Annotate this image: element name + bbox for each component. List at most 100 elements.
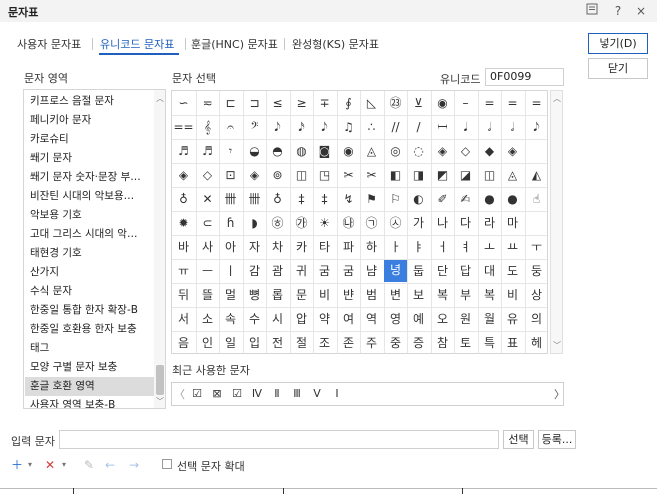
char-cell[interactable]: 헤 xyxy=(525,333,548,353)
char-cell[interactable]: ◫ xyxy=(290,165,313,185)
char-cell[interactable]: 카 xyxy=(290,237,313,257)
char-cell[interactable]: 예 xyxy=(407,309,430,329)
char-cell[interactable]: ◐ xyxy=(407,189,430,209)
char-cell[interactable]: ㅣ xyxy=(219,261,242,281)
char-cell[interactable]: 복 xyxy=(431,285,454,305)
char-cell[interactable]: ⊂ xyxy=(196,213,219,233)
char-cell[interactable]: 서 xyxy=(172,309,195,329)
char-cell[interactable]: ✐ xyxy=(431,189,454,209)
char-cell[interactable]: ㉯ xyxy=(337,213,360,233)
char-cell[interactable]: ◪ xyxy=(454,165,477,185)
char-cell[interactable]: ◆ xyxy=(478,141,501,161)
region-list-item[interactable]: 한중일 호환용 한자 보충 xyxy=(30,320,155,339)
char-cell[interactable]: ◉ xyxy=(337,141,360,161)
add-icon[interactable]: ＋ xyxy=(11,456,23,474)
char-cell[interactable]: 토 xyxy=(454,333,477,353)
chevron-right-icon[interactable]: 〉 xyxy=(554,386,565,402)
chevron-down-icon[interactable]: ▾ xyxy=(28,456,32,474)
help-icon[interactable]: ? xyxy=(609,2,627,20)
char-cell[interactable]: ◬ xyxy=(360,141,383,161)
char-cell[interactable]: = xyxy=(525,93,548,113)
char-cell[interactable]: 답 xyxy=(454,261,477,281)
char-cell[interactable]: 차 xyxy=(266,237,289,257)
char-cell[interactable]: ◙ xyxy=(313,141,336,161)
region-list-item[interactable]: 한중일 통합 한자 확장-B xyxy=(30,301,155,320)
char-cell[interactable]: == xyxy=(172,117,195,137)
char-cell[interactable]: 유 xyxy=(501,309,524,329)
char-cell[interactable]: ♁ xyxy=(172,189,195,209)
char-cell[interactable]: 표 xyxy=(501,333,524,353)
close-button[interactable]: 닫기 xyxy=(588,58,648,79)
char-cell[interactable]: 조 xyxy=(313,333,336,353)
char-cell[interactable]: ◒ xyxy=(243,141,266,161)
char-cell[interactable]: 굼 xyxy=(313,261,336,281)
char-cell[interactable]: 대 xyxy=(478,261,501,281)
char-grid-scrollbar[interactable] xyxy=(550,90,563,354)
char-cell[interactable]: ㅠ xyxy=(172,261,195,281)
char-cell[interactable]: ♁ xyxy=(266,189,289,209)
recent-char-cell[interactable]: ⊠ xyxy=(208,385,226,403)
char-cell[interactable]: 존 xyxy=(337,333,360,353)
char-cell[interactable]: 𝅘𝅥 xyxy=(454,117,477,137)
char-cell[interactable]: ㅕ xyxy=(454,237,477,257)
char-cell[interactable]: 𝅘𝅥𝅯 xyxy=(290,117,313,137)
char-cell[interactable]: 인 xyxy=(196,333,219,353)
char-cell[interactable]: ☝ xyxy=(525,189,548,209)
insert-button[interactable]: 넣기(D) xyxy=(588,33,648,54)
tab-unicode-charmap[interactable]: 유니코드 문자표 xyxy=(100,36,174,52)
char-cell[interactable]: 오 xyxy=(431,309,454,329)
enlarge-checkbox[interactable] xyxy=(162,459,172,469)
char-cell[interactable]: ɦ xyxy=(219,213,242,233)
char-cell[interactable]: ◈ xyxy=(243,165,266,185)
char-cell[interactable]: ㉮ xyxy=(290,213,313,233)
char-cell[interactable]: 비 xyxy=(501,285,524,305)
char-cell[interactable]: 여 xyxy=(337,309,360,329)
region-list-item[interactable]: 페니키아 문자 xyxy=(30,111,155,130)
char-cell[interactable]: 다 xyxy=(454,213,477,233)
char-cell[interactable]: ♬ xyxy=(196,141,219,161)
char-cell[interactable]: 부 xyxy=(454,285,477,305)
char-cell[interactable]: 단 xyxy=(431,261,454,281)
char-cell[interactable]: 주 xyxy=(360,333,383,353)
char-cell[interactable]: 문 xyxy=(290,285,313,305)
char-cell[interactable]: 卌 xyxy=(219,189,242,209)
char-cell[interactable]: ↯ xyxy=(337,189,360,209)
char-cell[interactable]: 보 xyxy=(407,285,430,305)
scroll-up-icon[interactable]: ︿ xyxy=(156,93,164,104)
char-cell[interactable]: 뜰 xyxy=(196,285,219,305)
char-cell[interactable]: ≤ xyxy=(266,93,289,113)
char-cell[interactable]: ◈ xyxy=(501,141,524,161)
char-cell[interactable]: 일 xyxy=(219,333,242,353)
char-cell[interactable]: 사 xyxy=(196,237,219,257)
region-list-item[interactable]: 쐐기 문자 xyxy=(30,149,155,168)
char-cell[interactable]: 롭 xyxy=(266,285,289,305)
char-cell[interactable]: 𝄩 xyxy=(431,117,454,137)
char-cell[interactable]: 압 xyxy=(290,309,313,329)
close-icon[interactable]: × xyxy=(632,2,650,20)
char-cell[interactable]: ◈ xyxy=(172,165,195,185)
recent-char-cell[interactable]: Ⅱ xyxy=(268,385,286,403)
chevron-left-icon[interactable]: 〈 xyxy=(174,386,185,402)
register-button[interactable]: 등록... xyxy=(538,430,576,449)
char-cell[interactable]: ◗ xyxy=(243,213,266,233)
char-cell[interactable]: 라 xyxy=(478,213,501,233)
region-list-item[interactable]: 악보용 기호 xyxy=(30,206,155,225)
char-cell[interactable]: ㉠ xyxy=(360,213,383,233)
char-cell[interactable]: 절 xyxy=(290,333,313,353)
char-cell[interactable]: = xyxy=(501,93,524,113)
char-cell[interactable]: ㅑ xyxy=(407,237,430,257)
char-cell[interactable]: 하 xyxy=(360,237,383,257)
tab-ks-charmap[interactable]: 완성형(KS) 문자표 xyxy=(292,36,379,52)
char-cell[interactable]: ◌ xyxy=(407,141,430,161)
region-list-item[interactable]: 비잔틴 시대의 악보용… xyxy=(30,187,155,206)
char-cell[interactable]: 마 xyxy=(501,213,524,233)
delete-icon[interactable]: ✕ xyxy=(45,456,55,474)
char-cell[interactable]: 음 xyxy=(172,333,195,353)
char-cell[interactable]: ◇ xyxy=(454,141,477,161)
char-cell[interactable]: ㅏ xyxy=(384,237,407,257)
char-cell[interactable]: ◍ xyxy=(290,141,313,161)
char-cell[interactable]: ◎ xyxy=(384,141,407,161)
char-cell[interactable]: 卌 xyxy=(243,189,266,209)
char-cell[interactable]: 자 xyxy=(243,237,266,257)
char-cell[interactable]: ● xyxy=(478,189,501,209)
